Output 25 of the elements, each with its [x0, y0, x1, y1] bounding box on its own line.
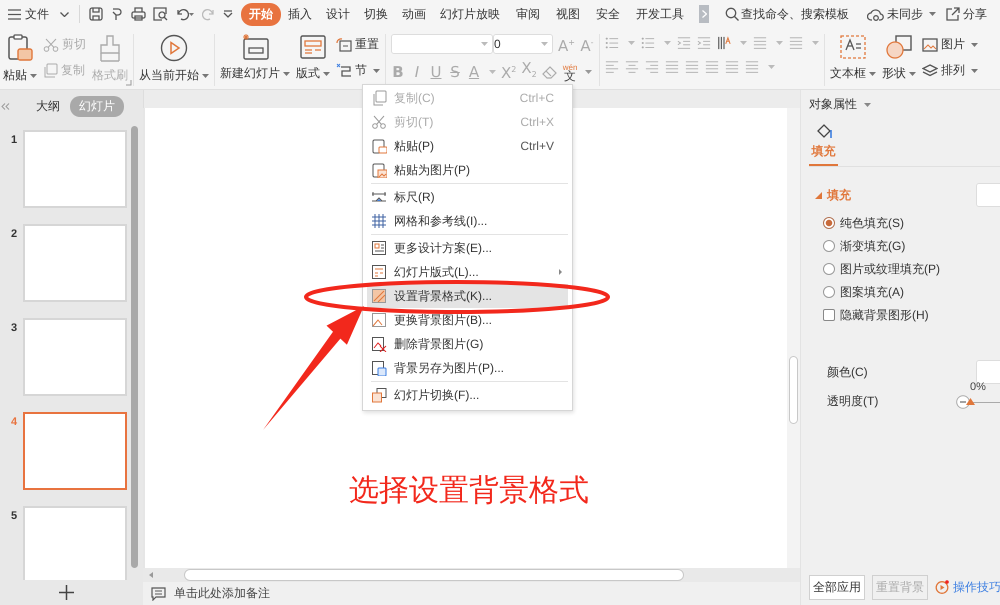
slide-number: 1 — [10, 133, 18, 146]
menu-item-label: 更换背景图片(B)... — [394, 312, 492, 328]
menu-item-label: 删除背景图片(G) — [394, 336, 484, 352]
menu-item-label: 更多设计方案(E)... — [394, 240, 492, 256]
slide-number: 4 — [10, 415, 18, 428]
annotation-text: 选择设置背景格式 — [349, 473, 589, 509]
slide-number: 2 — [10, 227, 18, 240]
menu-item-label: 幻灯片切换(F)... — [394, 386, 480, 404]
menu-item-label: 设置背景格式(K)... — [394, 288, 492, 304]
menu-item-label: 粘贴(P) — [394, 138, 434, 154]
slider-value: 0% — [970, 380, 986, 392]
menu-item-label: 背景另存为图片(P)... — [394, 360, 504, 376]
menu-item-label: 标尺(R) — [394, 188, 435, 206]
menu-item-label: 幻灯片版式(L)... — [394, 264, 479, 280]
shortcut-label: Ctrl+V — [520, 139, 554, 153]
menu-item-label: 粘贴为图片(P) — [394, 162, 470, 178]
transparency-label: 透明度(T) — [827, 393, 878, 410]
slide-number: 3 — [10, 321, 18, 334]
menu-item-label: 网格和参考线(I)... — [394, 212, 488, 230]
menu-item-label: 复制(C) — [394, 90, 435, 106]
shortcut-label: Ctrl+C — [520, 91, 554, 105]
color-label: 颜色(C) — [827, 364, 868, 380]
shortcut-label: Ctrl+X — [520, 115, 554, 129]
slide-number: 5 — [10, 509, 18, 522]
menu-item-label: 剪切(T) — [394, 114, 434, 130]
